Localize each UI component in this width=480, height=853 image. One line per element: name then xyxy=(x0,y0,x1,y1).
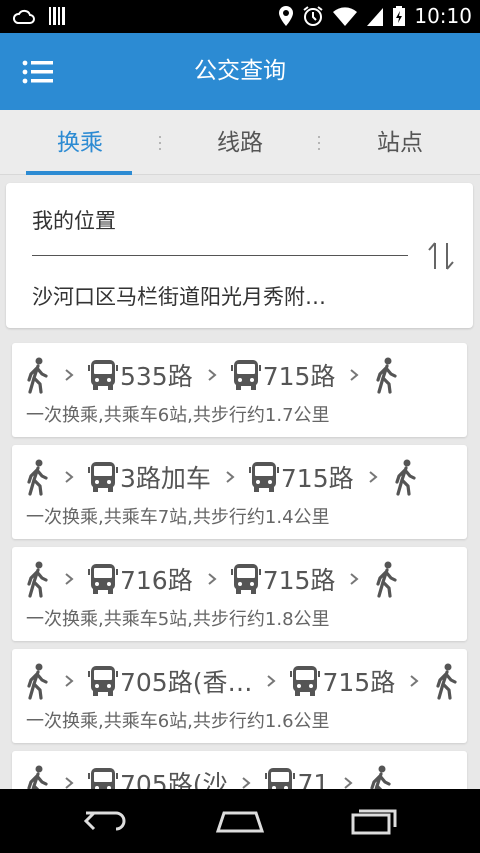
bus-line-name: 715路 xyxy=(262,566,336,595)
walk-icon xyxy=(27,561,48,598)
alarm-icon xyxy=(303,6,323,26)
chevron-right-icon xyxy=(65,573,74,585)
home-button[interactable] xyxy=(210,805,270,837)
status-left-icons xyxy=(12,6,66,26)
chevron-right-icon xyxy=(344,777,353,789)
walk-icon xyxy=(395,459,416,496)
chevron-right-icon xyxy=(65,777,74,789)
bus-icon xyxy=(290,666,321,696)
chevron-right-icon xyxy=(208,369,217,381)
bus-icon xyxy=(88,360,118,390)
bus-icon xyxy=(88,462,118,492)
chevron-right-icon xyxy=(65,471,74,483)
tab-lines[interactable]: 线路 xyxy=(160,110,320,175)
status-right-icons: 10:10 xyxy=(278,4,472,28)
route-summary: 一次换乘,共乘车5站,共步行约1.8公里 xyxy=(26,609,330,630)
tab-stations[interactable]: 站点 xyxy=(320,110,480,175)
cloud-icon xyxy=(12,9,35,24)
chevron-right-icon xyxy=(208,573,217,585)
walk-icon xyxy=(436,663,457,700)
route-steps: 3路加车 715路 xyxy=(24,457,418,497)
navigation-bar xyxy=(0,789,480,853)
bus-icon xyxy=(88,666,118,696)
menu-list-icon xyxy=(22,60,53,84)
bus-line-name: 705路(香… xyxy=(120,668,253,697)
tab-bar: 换乘 线路 站点 xyxy=(0,110,480,175)
app-bar: 公交查询 xyxy=(0,33,480,110)
route-steps: 716路 715路 xyxy=(24,559,399,599)
bus-icon xyxy=(88,564,118,594)
swap-arrows-icon xyxy=(428,242,454,270)
chevron-right-icon xyxy=(350,369,359,381)
home-icon xyxy=(215,811,265,833)
route-summary: 一次换乘,共乘车7站,共步行约1.4公里 xyxy=(26,507,330,528)
route-card[interactable]: 705路(香… 715路一次换乘,共乘车6站,共步行约1.6公里 xyxy=(12,649,467,743)
status-time: 10:10 xyxy=(414,4,472,28)
tab-transfer[interactable]: 换乘 xyxy=(0,110,160,175)
menu-button[interactable] xyxy=(14,55,58,89)
battery-icon xyxy=(393,6,406,26)
bus-line-name: 715路 xyxy=(322,668,396,697)
location-pin-icon xyxy=(279,6,294,26)
bus-icon xyxy=(248,462,279,492)
bus-line-name: 716路 xyxy=(120,566,193,595)
bus-line-name: 3路加车 xyxy=(120,464,211,493)
destination-field[interactable]: 沙河口区马栏街道阳光月秀附… xyxy=(32,281,326,311)
location-divider xyxy=(32,255,408,256)
chevron-right-icon xyxy=(226,471,235,483)
recents-icon xyxy=(351,809,397,835)
route-card[interactable]: 716路 715路一次换乘,共乘车5站,共步行约1.8公里 xyxy=(12,547,467,641)
wifi-icon xyxy=(333,7,358,26)
page-title: 公交查询 xyxy=(194,58,286,84)
back-icon xyxy=(83,811,126,831)
walk-icon xyxy=(27,459,48,496)
status-bar: 10:10 xyxy=(0,0,480,33)
chevron-right-icon xyxy=(410,675,419,687)
walk-icon xyxy=(376,561,398,598)
bus-line-name: 715路 xyxy=(280,464,354,493)
barcode-icon xyxy=(49,7,65,25)
route-summary: 一次换乘,共乘车6站,共步行约1.7公里 xyxy=(26,405,330,426)
bus-icon xyxy=(230,360,261,390)
route-card[interactable]: 3路加车 715路一次换乘,共乘车7站,共步行约1.4公里 xyxy=(12,445,467,539)
chevron-right-icon xyxy=(368,471,378,483)
bus-line-name: 715路 xyxy=(262,362,336,391)
bus-line-name: 535路 xyxy=(120,362,193,391)
chevron-right-icon xyxy=(242,777,252,789)
route-card[interactable]: 535路 715路一次换乘,共乘车6站,共步行约1.7公里 xyxy=(12,343,467,437)
swap-button[interactable] xyxy=(424,239,458,273)
tab-indicator xyxy=(26,171,132,175)
origin-field[interactable]: 我的位置 xyxy=(32,205,116,235)
route-steps: 535路 715路 xyxy=(24,355,399,395)
walk-icon xyxy=(27,663,48,700)
recents-button[interactable] xyxy=(344,805,404,837)
bus-icon xyxy=(230,564,261,594)
chevron-right-icon xyxy=(350,573,359,585)
chevron-right-icon xyxy=(267,675,277,687)
walk-icon xyxy=(27,357,48,394)
route-steps: 705路(香… 715路 xyxy=(24,661,459,701)
chevron-right-icon xyxy=(65,369,74,381)
location-card: 我的位置 沙河口区马栏街道阳光月秀附… xyxy=(6,183,473,328)
walk-icon xyxy=(376,357,398,394)
route-summary: 一次换乘,共乘车6站,共步行约1.6公里 xyxy=(26,711,330,732)
back-button[interactable] xyxy=(78,805,138,837)
signal-icon xyxy=(367,8,384,26)
chevron-right-icon xyxy=(65,675,74,687)
